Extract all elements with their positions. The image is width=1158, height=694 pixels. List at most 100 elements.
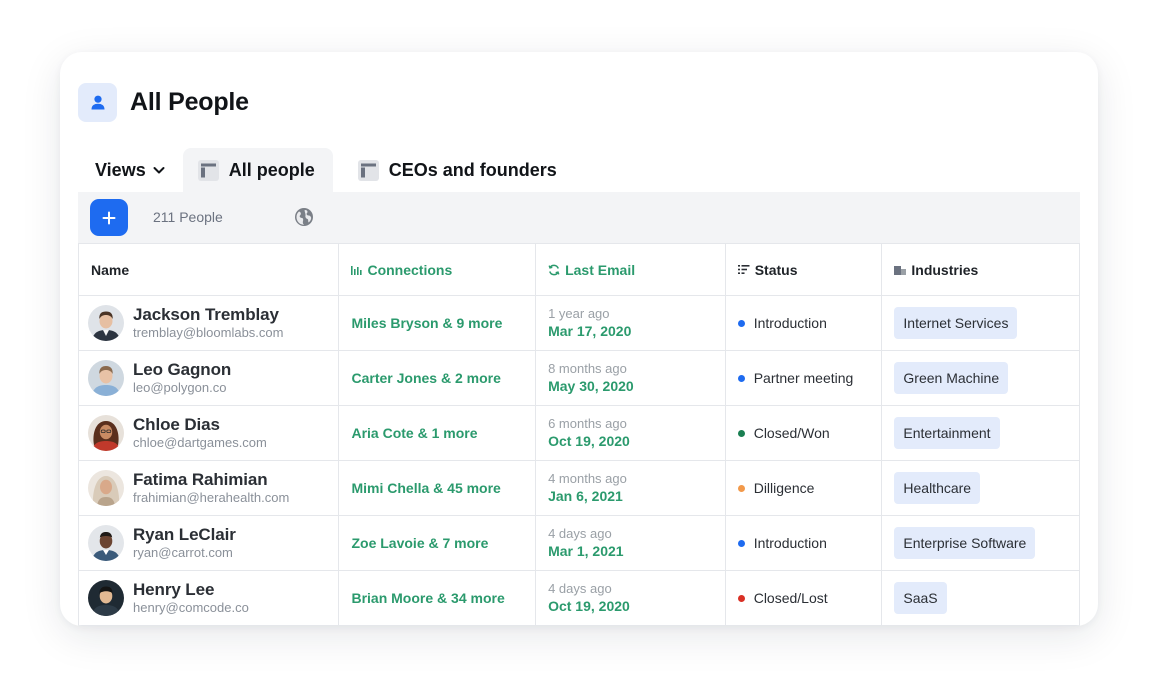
status-cell[interactable]: Introduction	[726, 296, 883, 350]
last-email-cell: 1 year ago Mar 17, 2020	[536, 296, 726, 350]
status-cell[interactable]: Dilligence	[726, 461, 883, 515]
building-icon	[894, 266, 907, 275]
name-cell: Henry Lee henry@comcode.co	[79, 571, 340, 625]
status-dot	[737, 484, 745, 492]
name-cell: Leo Gagnon leo@polygon.co	[79, 351, 340, 405]
column-header-name[interactable]: Name	[79, 244, 340, 295]
tab-label: CEOs and founders	[388, 159, 557, 180]
status-cell[interactable]: Introduction	[726, 516, 883, 570]
refresh-icon	[548, 264, 560, 275]
column-header-last-email[interactable]: Last Email	[536, 244, 726, 295]
status-cell[interactable]: Closed/Lost	[726, 571, 883, 625]
connections-cell[interactable]: Zoe Lavoie & 7 more	[339, 516, 537, 570]
table-view-icon	[197, 159, 219, 181]
connections-cell[interactable]: Miles Bryson & 9 more	[339, 296, 537, 350]
person-email: tremblay@bloomlabs.com	[133, 324, 284, 340]
industry-badge[interactable]: Internet Services	[894, 307, 1018, 339]
industry-badge[interactable]: SaaS	[894, 582, 947, 614]
last-email-date: May 30, 2020	[548, 378, 634, 395]
table-row[interactable]: Fatima Rahimian frahimian@herahealth.com…	[78, 461, 1080, 516]
industries-cell[interactable]: Enterprise Software	[882, 516, 1079, 570]
last-email-date: Mar 1, 2021	[548, 543, 624, 560]
status-cell[interactable]: Partner meeting	[726, 351, 883, 405]
industries-cell[interactable]: Healthcare	[882, 461, 1079, 515]
column-header-industries[interactable]: Industries	[882, 244, 1079, 295]
connections-cell[interactable]: Brian Moore & 34 more	[339, 571, 537, 625]
table-row[interactable]: Chloe Dias chloe@dartgames.com Aria Cote…	[78, 406, 1080, 461]
last-email-relative: 4 days ago	[548, 580, 612, 596]
avatar	[88, 470, 124, 506]
name-cell: Jackson Tremblay tremblay@bloomlabs.com	[79, 296, 340, 350]
table-row[interactable]: Henry Lee henry@comcode.co Brian Moore &…	[78, 571, 1080, 626]
connections-cell[interactable]: Carter Jones & 2 more	[339, 351, 537, 405]
plus-icon	[102, 211, 116, 224]
name-cell: Fatima Rahimian frahimian@herahealth.com	[79, 461, 340, 515]
avatar	[88, 305, 124, 341]
views-dropdown[interactable]: Views	[78, 148, 183, 192]
last-email-relative: 4 months ago	[548, 470, 627, 486]
connections-cell[interactable]: Mimi Chella & 45 more	[339, 461, 537, 515]
avatar	[88, 415, 124, 451]
industry-badge[interactable]: Green Machine	[894, 362, 1009, 394]
table-header: Name Connections Last Email Status Indus…	[78, 243, 1080, 296]
person-email: frahimian@herahealth.com	[133, 489, 290, 505]
status-dot	[737, 594, 745, 602]
connections-link[interactable]: Carter Jones & 2 more	[351, 370, 500, 386]
status-cell[interactable]: Closed/Won	[726, 406, 883, 460]
connections-link[interactable]: Miles Bryson & 9 more	[351, 315, 502, 331]
person-email: chloe@dartgames.com	[133, 434, 267, 450]
status-label: Partner meeting	[753, 370, 854, 386]
table-view-icon	[357, 159, 379, 181]
person-name[interactable]: Henry Lee	[133, 580, 249, 600]
add-person-button[interactable]	[90, 199, 128, 236]
last-email-date: Oct 19, 2020	[548, 598, 630, 615]
last-email-relative: 1 year ago	[548, 305, 610, 321]
last-email-relative: 6 months ago	[548, 415, 627, 431]
industry-badge[interactable]: Healthcare	[894, 472, 981, 504]
table-toolbar: 211 People	[78, 192, 1080, 243]
connections-link[interactable]: Aria Cote & 1 more	[351, 425, 477, 441]
status-label: Closed/Won	[753, 425, 830, 441]
name-cell: Ryan LeClair ryan@carrot.com	[79, 516, 340, 570]
industry-badge[interactable]: Enterprise Software	[894, 527, 1036, 559]
person-name[interactable]: Jackson Tremblay	[133, 305, 283, 325]
tab-ceos-and-founders[interactable]: CEOs and founders	[343, 148, 575, 192]
status-label: Introduction	[753, 315, 827, 331]
globe-icon[interactable]	[294, 207, 314, 232]
connections-link[interactable]: Mimi Chella & 45 more	[351, 480, 500, 496]
industry-badge[interactable]: Entertainment	[894, 417, 1000, 449]
last-email-cell: 4 days ago Oct 19, 2020	[536, 571, 726, 625]
page-header: All People	[78, 83, 249, 122]
connections-link[interactable]: Zoe Lavoie & 7 more	[351, 535, 488, 551]
status-dot	[737, 539, 745, 547]
last-email-relative: 8 months ago	[548, 360, 627, 376]
connections-link[interactable]: Brian Moore & 34 more	[351, 590, 504, 606]
person-name[interactable]: Chloe Dias	[133, 415, 267, 435]
industries-cell[interactable]: SaaS	[882, 571, 1079, 625]
chevron-down-icon	[153, 167, 165, 174]
column-header-label: Last Email	[565, 261, 636, 278]
table-row[interactable]: Leo Gagnon leo@polygon.co Carter Jones &…	[78, 351, 1080, 406]
table-row[interactable]: Jackson Tremblay tremblay@bloomlabs.com …	[78, 296, 1080, 351]
last-email-cell: 6 months ago Oct 19, 2020	[536, 406, 726, 460]
connections-cell[interactable]: Aria Cote & 1 more	[339, 406, 537, 460]
last-email-date: Oct 19, 2020	[548, 433, 630, 450]
name-cell: Chloe Dias chloe@dartgames.com	[79, 406, 340, 460]
page-title: All People	[130, 88, 249, 116]
avatar	[88, 525, 124, 561]
column-header-status[interactable]: Status	[726, 244, 883, 295]
person-name[interactable]: Fatima Rahimian	[133, 470, 289, 490]
industries-cell[interactable]: Green Machine	[882, 351, 1079, 405]
person-name[interactable]: Ryan LeClair	[133, 525, 236, 545]
tab-all-people[interactable]: All people	[182, 148, 333, 192]
person-icon	[78, 83, 117, 122]
industries-cell[interactable]: Internet Services	[882, 296, 1079, 350]
person-name[interactable]: Leo Gagnon	[133, 360, 231, 380]
table-row[interactable]: Ryan LeClair ryan@carrot.com Zoe Lavoie …	[78, 516, 1080, 571]
people-count: 211 People	[153, 209, 223, 225]
avatar	[88, 360, 124, 396]
status-label: Closed/Lost	[753, 590, 828, 606]
column-header-connections[interactable]: Connections	[339, 244, 537, 295]
column-header-label: Status	[754, 261, 798, 278]
industries-cell[interactable]: Entertainment	[882, 406, 1079, 460]
